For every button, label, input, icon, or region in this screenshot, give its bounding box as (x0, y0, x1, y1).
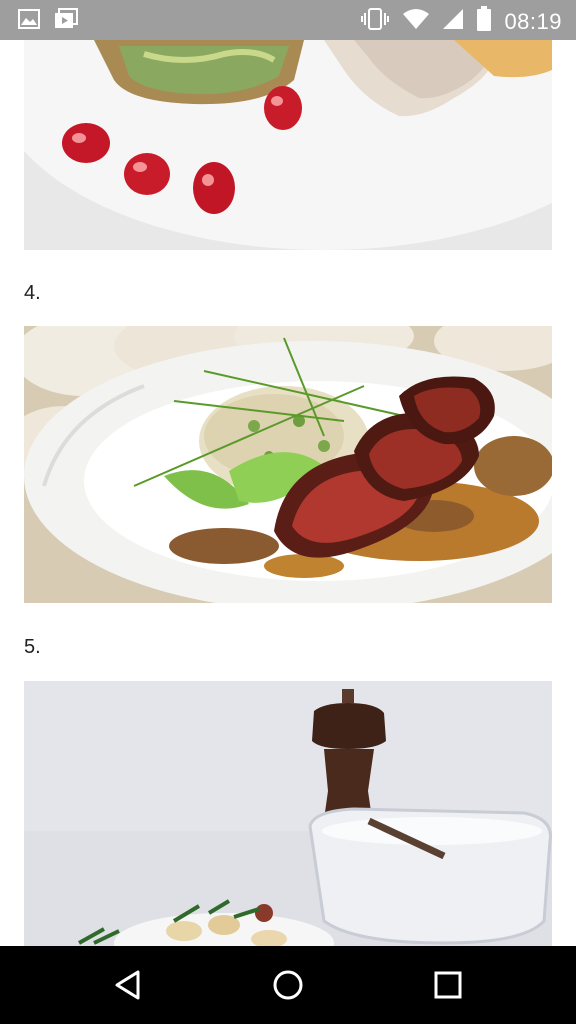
back-icon[interactable] (108, 965, 148, 1005)
navigation-bar (0, 946, 576, 1024)
clock: 08:19 (504, 8, 562, 34)
signal-icon (442, 8, 464, 35)
video-icon (54, 8, 78, 35)
dish-photo-3 (24, 40, 552, 250)
home-icon[interactable] (268, 965, 308, 1005)
article-content[interactable]: 4. 5. (0, 40, 576, 946)
wifi-icon (402, 8, 430, 35)
item-number-5: 5. (24, 636, 41, 658)
item-number-4: 4. (24, 282, 41, 304)
dish-photo-4 (24, 326, 552, 603)
dish-photo-5 (24, 681, 552, 946)
status-bar: 08:19 (0, 0, 576, 40)
vibrate-icon (360, 7, 390, 36)
gallery-icon (18, 9, 40, 34)
recents-icon[interactable] (428, 965, 468, 1005)
battery-icon (476, 6, 492, 37)
